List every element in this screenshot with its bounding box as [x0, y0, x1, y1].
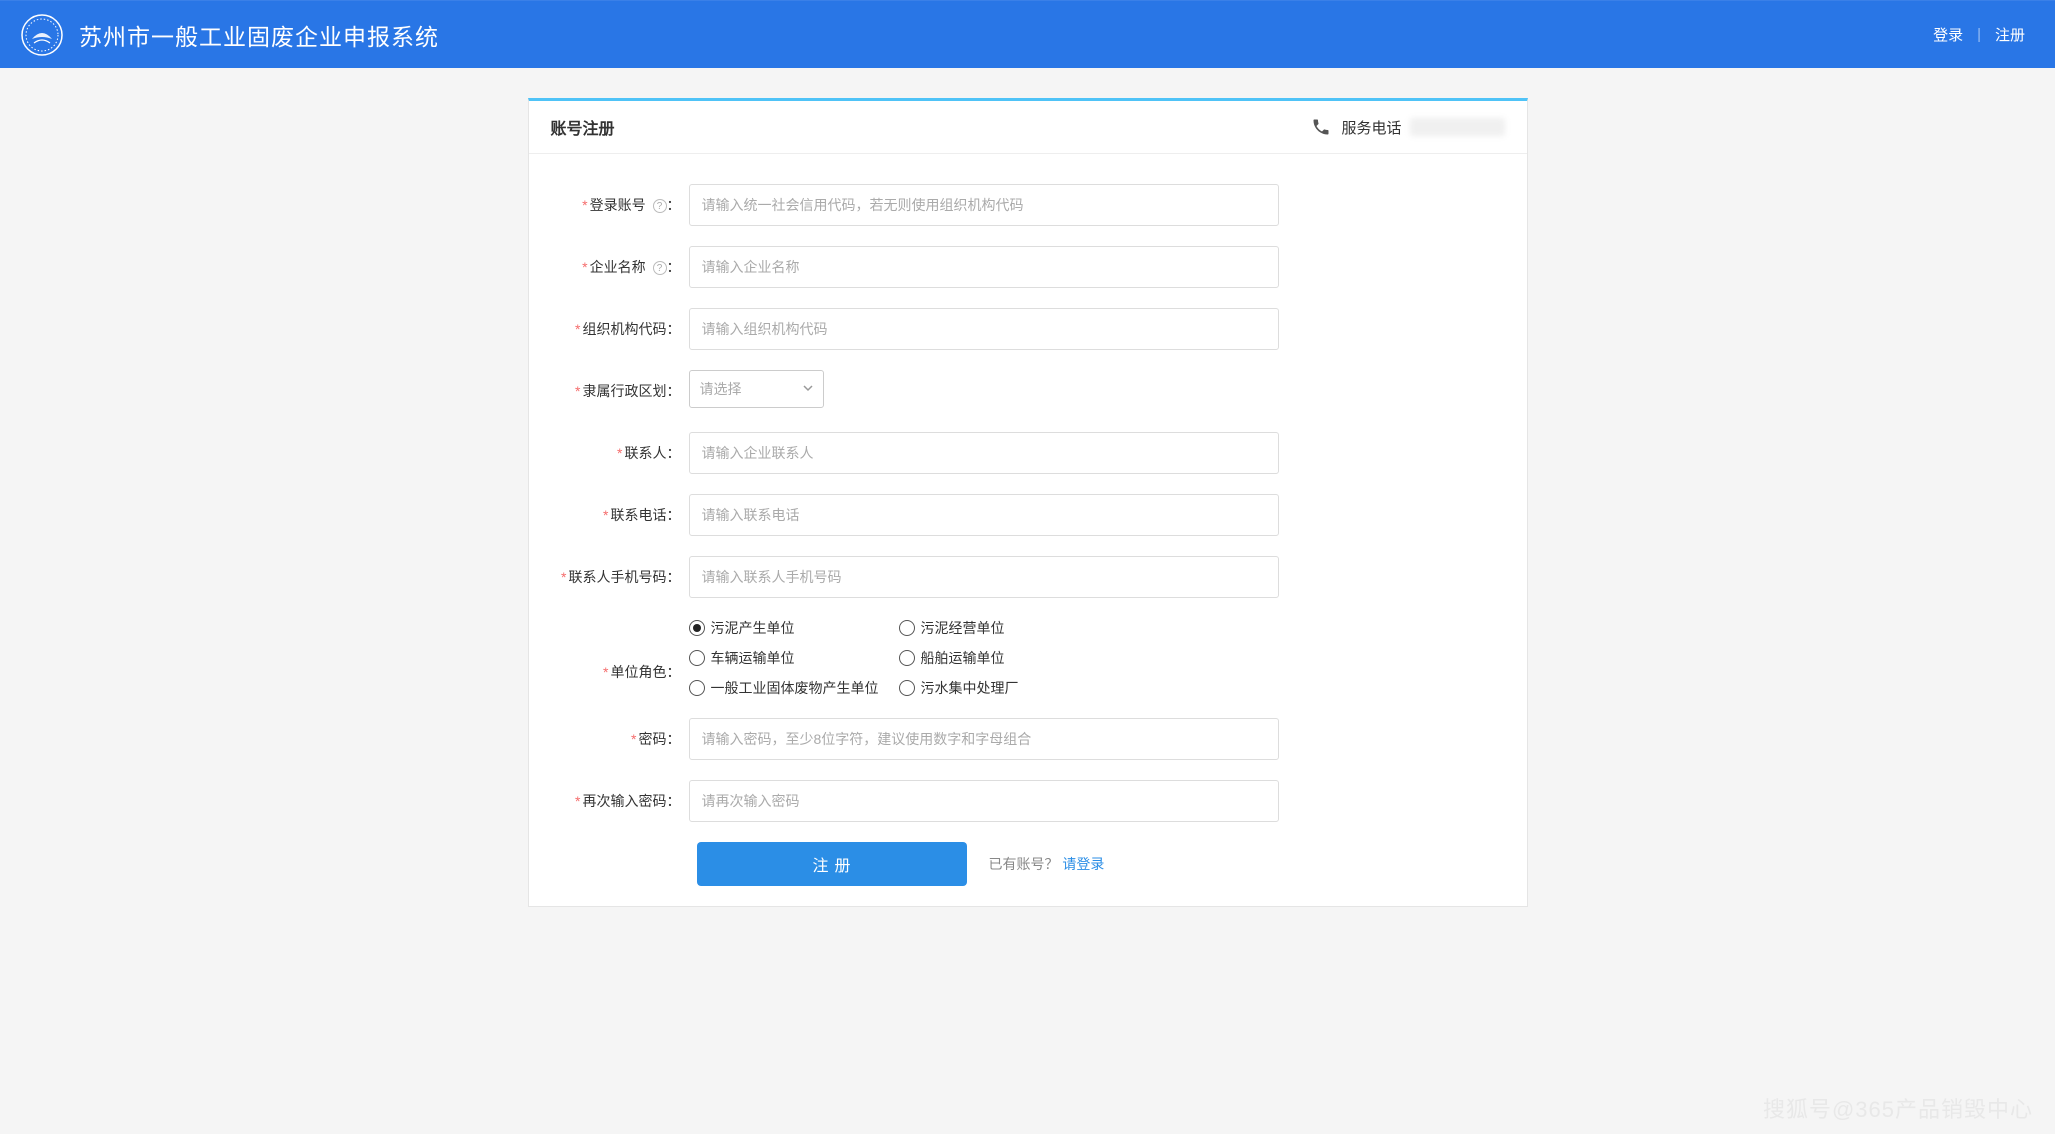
help-icon[interactable]: ? — [653, 261, 667, 275]
role-option-3[interactable]: 船舶运输单位 — [899, 648, 1109, 668]
label-phone: *联系电话： — [554, 494, 689, 536]
radio-icon — [899, 680, 915, 696]
label-mobile: *联系人手机号码： — [554, 556, 689, 598]
label-contact: *联系人： — [554, 432, 689, 474]
login-link[interactable]: 请登录 — [1062, 856, 1104, 872]
register-button[interactable]: 注册 — [697, 842, 967, 886]
help-icon[interactable]: ? — [653, 199, 667, 213]
radio-icon — [899, 620, 915, 636]
watermark: 搜狐号@365产品销毁中心 — [1763, 1092, 2033, 1124]
role-option-4[interactable]: 一般工业固体废物产生单位 — [689, 678, 899, 698]
label-region: *隶属行政区划： — [554, 370, 689, 412]
label-login-account: *登录账号 ?： — [554, 184, 689, 226]
login-account-input[interactable] — [689, 184, 1279, 226]
label-password-confirm: *再次输入密码： — [554, 780, 689, 822]
service-label: 服务电话 — [1341, 117, 1401, 138]
header-right: 登录 | 注册 — [1933, 24, 2025, 45]
panel-title: 账号注册 — [551, 115, 615, 139]
role-radio-group: 污泥产生单位 污泥经营单位 车辆运输单位 船舶运输单位 一般工业固体废物产生单位… — [689, 618, 1109, 698]
role-option-1[interactable]: 污泥经营单位 — [899, 618, 1109, 638]
submit-row: 注册 已有账号？ 请登录 — [554, 842, 1502, 886]
header-login-link[interactable]: 登录 — [1933, 24, 1963, 45]
role-option-5[interactable]: 污水集中处理厂 — [899, 678, 1109, 698]
header-register-link[interactable]: 注册 — [1995, 24, 2025, 45]
label-company-name: *企业名称 ?： — [554, 246, 689, 288]
service-phone: 服务电话 — [1311, 117, 1504, 138]
password-input[interactable] — [689, 718, 1279, 760]
app-header: 苏州市一般工业固废企业申报系统 登录 | 注册 — [0, 0, 2055, 68]
app-title: 苏州市一般工业固废企业申报系统 — [79, 18, 439, 52]
phone-icon — [1311, 117, 1331, 137]
radio-icon — [689, 620, 705, 636]
role-option-0[interactable]: 污泥产生单位 — [689, 618, 899, 638]
phone-input[interactable] — [689, 494, 1279, 536]
radio-icon — [689, 680, 705, 696]
region-select[interactable]: 请选择 — [689, 370, 824, 408]
register-form: *登录账号 ?： *企业名称 ?： *组织机构代码： *隶属行政区划： 请选择 … — [529, 154, 1527, 906]
org-code-input[interactable] — [689, 308, 1279, 350]
register-panel: 账号注册 服务电话 *登录账号 ?： *企业名称 ?： *组织机构代码： *隶属… — [528, 98, 1528, 907]
role-option-2[interactable]: 车辆运输单位 — [689, 648, 899, 668]
radio-icon — [689, 650, 705, 666]
login-hint: 已有账号？ 请登录 — [989, 854, 1105, 874]
header-sep: | — [1977, 26, 1981, 43]
header-left: 苏州市一般工业固废企业申报系统 — [20, 13, 439, 57]
app-logo-icon — [20, 13, 64, 57]
radio-icon — [899, 650, 915, 666]
company-name-input[interactable] — [689, 246, 1279, 288]
label-role: *单位角色： — [554, 634, 689, 682]
label-password: *密码： — [554, 718, 689, 760]
service-number-blurred — [1410, 118, 1505, 136]
panel-header: 账号注册 服务电话 — [529, 101, 1527, 154]
password-confirm-input[interactable] — [689, 780, 1279, 822]
mobile-input[interactable] — [689, 556, 1279, 598]
label-org-code: *组织机构代码： — [554, 308, 689, 350]
contact-input[interactable] — [689, 432, 1279, 474]
